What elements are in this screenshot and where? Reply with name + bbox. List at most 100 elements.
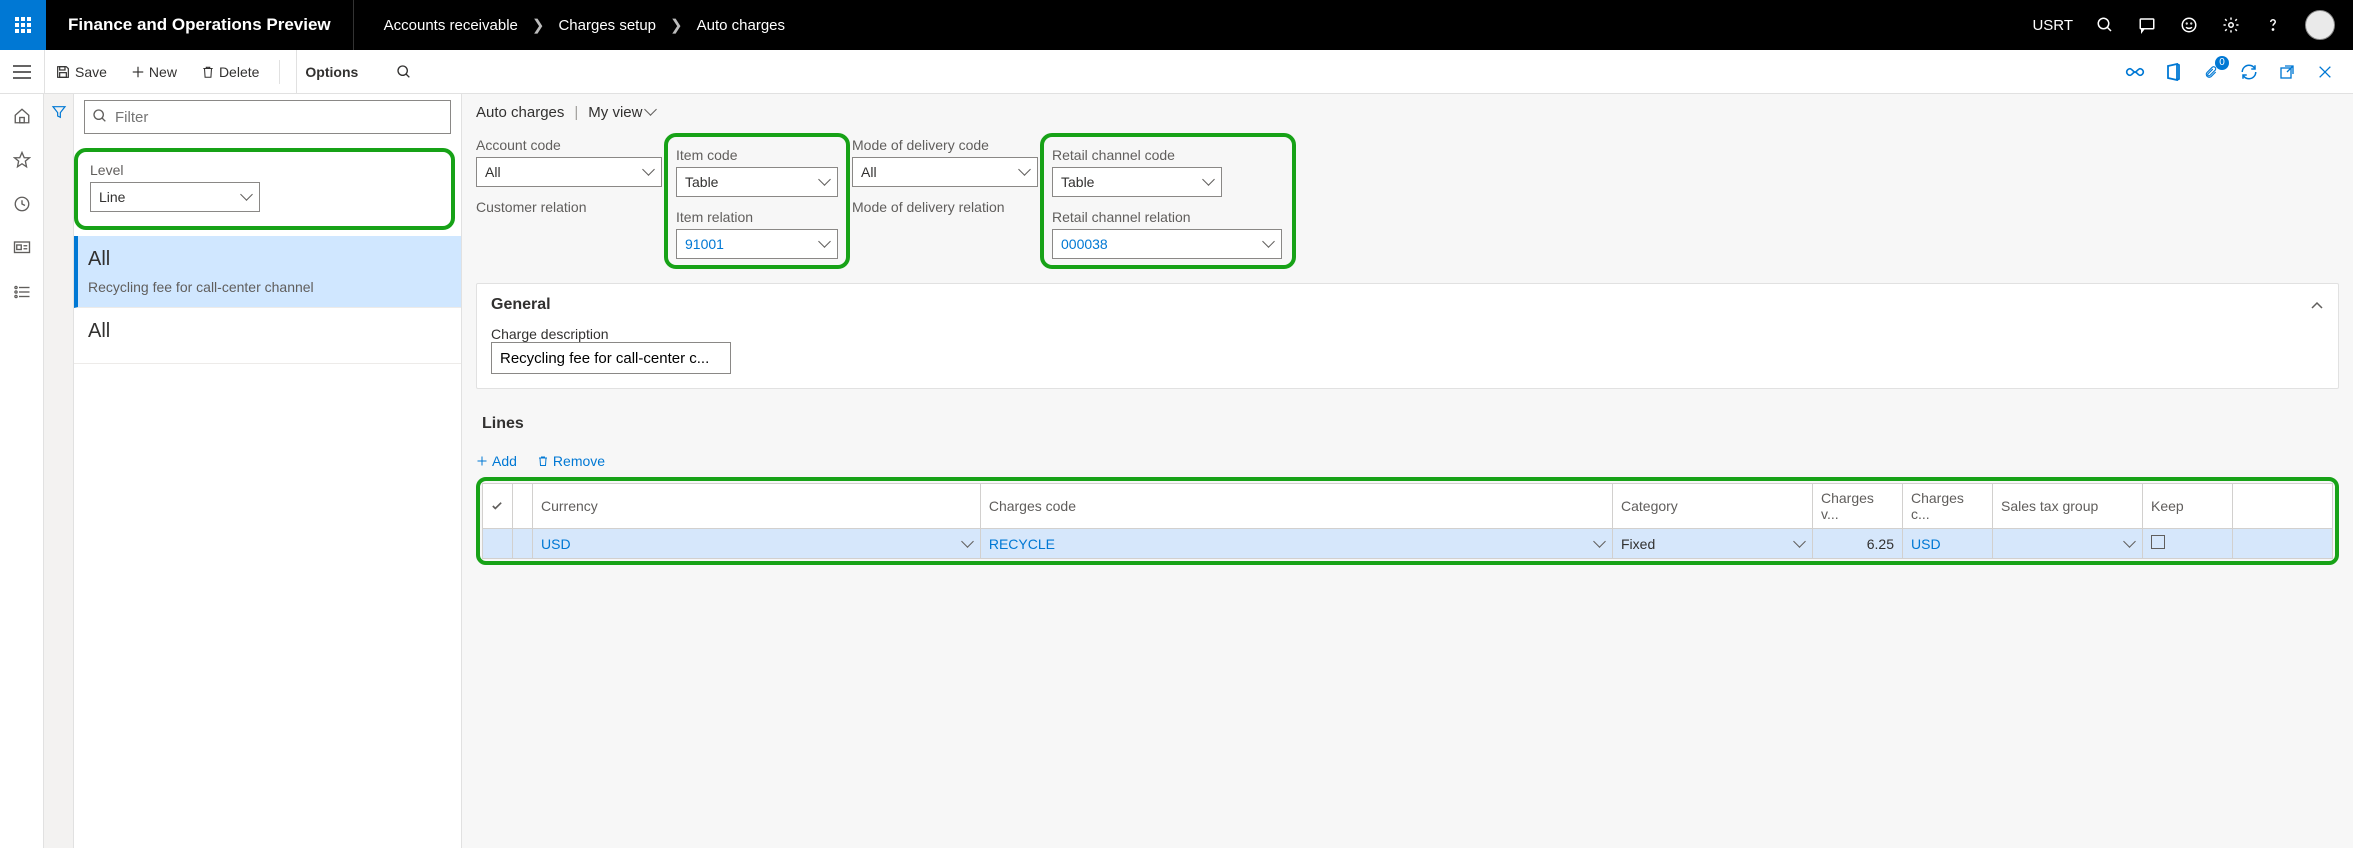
lines-grid: Currency Charges code Category Charges v…: [482, 483, 2333, 559]
popout-icon[interactable]: [2277, 62, 2297, 82]
app-launcher-button[interactable]: [0, 0, 46, 50]
select-all-header[interactable]: [483, 484, 513, 529]
general-header[interactable]: General: [477, 284, 2338, 326]
item-relation-label: Item relation: [676, 205, 838, 229]
item-relation-select[interactable]: 91001: [676, 229, 838, 259]
level-label: Level: [90, 162, 439, 178]
desc-input[interactable]: [491, 342, 731, 374]
charges-code-cell[interactable]: RECYCLE: [980, 529, 1612, 559]
charges-value-cell[interactable]: 6.25: [1813, 529, 1903, 559]
view-selector[interactable]: My view: [588, 104, 655, 121]
nav-toggle-button[interactable]: [0, 65, 44, 79]
office-icon[interactable]: [2163, 62, 2183, 82]
attachments-icon[interactable]: [2201, 62, 2221, 82]
account-code-select[interactable]: All: [476, 157, 662, 187]
delete-button[interactable]: Delete: [197, 64, 263, 80]
col-currency[interactable]: Currency: [533, 484, 981, 529]
lines-grid-highlight: Currency Charges code Category Charges v…: [476, 477, 2339, 565]
search-icon: [92, 108, 108, 124]
workspace-icon[interactable]: [12, 238, 32, 258]
chevron-down-icon: [644, 164, 653, 180]
chevron-down-icon: [963, 536, 972, 552]
chevron-down-icon: [242, 189, 251, 205]
level-value: Line: [99, 189, 125, 205]
filter-icon[interactable]: [51, 104, 67, 848]
lines-header: Lines: [476, 403, 2339, 445]
col-charges-value[interactable]: Charges v...: [1813, 484, 1903, 529]
header-fields: Account code All Customer relation Item …: [476, 133, 2339, 269]
lines-title: Lines: [482, 415, 524, 433]
lines-section: Lines Add Remove Currency Charges co: [476, 403, 2339, 565]
infinity-icon[interactable]: [2125, 62, 2145, 82]
channel-code-label: Retail channel code: [1052, 143, 1284, 167]
list-item[interactable]: All: [74, 308, 461, 364]
col-keep[interactable]: Keep: [2143, 484, 2233, 529]
star-icon[interactable]: [12, 150, 32, 170]
company-code[interactable]: USRT: [2032, 17, 2073, 34]
separator: [279, 60, 280, 84]
list-pane: Level Line All Recycling fee for call-ce…: [74, 94, 462, 848]
col-tax[interactable]: Sales tax group: [1993, 484, 2143, 529]
chevron-down-icon: [1020, 164, 1029, 180]
remove-line-button[interactable]: Remove: [537, 453, 605, 469]
top-bar: Finance and Operations Preview Accounts …: [0, 0, 2353, 50]
recent-icon[interactable]: [12, 194, 32, 214]
account-code-label: Account code: [476, 133, 662, 157]
filter-rail: [44, 94, 74, 848]
refresh-icon[interactable]: [2239, 62, 2259, 82]
action-bar: Save New Delete Options: [0, 50, 2353, 94]
category-cell[interactable]: Fixed: [1613, 529, 1813, 559]
home-icon[interactable]: [12, 106, 32, 126]
tax-cell[interactable]: [1993, 529, 2143, 559]
new-label: New: [149, 64, 177, 80]
col-category[interactable]: Category: [1613, 484, 1813, 529]
chevron-down-icon: [820, 174, 829, 190]
extra-cell: [2233, 529, 2333, 559]
col-charges-code[interactable]: Charges code: [980, 484, 1612, 529]
chevron-right-icon: ❯: [532, 16, 545, 34]
level-select[interactable]: Line: [90, 182, 260, 212]
breadcrumb-item[interactable]: Accounts receivable: [384, 17, 518, 34]
left-nav-rail: [0, 94, 44, 848]
search-action-button[interactable]: [392, 64, 416, 80]
gear-icon[interactable]: [2221, 15, 2241, 35]
col-charges-cur[interactable]: Charges c...: [1903, 484, 1993, 529]
row-marker-header: [513, 484, 533, 529]
options-button[interactable]: Options: [296, 50, 366, 93]
close-icon[interactable]: [2315, 62, 2335, 82]
row-marker-cell: [513, 529, 533, 559]
chat-icon[interactable]: [2137, 15, 2157, 35]
keep-cell[interactable]: [2143, 529, 2233, 559]
save-button[interactable]: Save: [51, 64, 111, 80]
row-select-cell[interactable]: [483, 529, 513, 559]
search-icon[interactable]: [2095, 15, 2115, 35]
new-button[interactable]: New: [127, 64, 181, 80]
item-code-select[interactable]: Table: [676, 167, 838, 197]
topbar-right: USRT: [2032, 10, 2353, 40]
waffle-icon: [15, 17, 31, 33]
filter-input[interactable]: [84, 100, 451, 134]
item-highlight: Item code Table Item relation 91001: [664, 133, 850, 269]
channel-relation-select[interactable]: 000038: [1052, 229, 1282, 259]
charges-cur-cell[interactable]: USD: [1903, 529, 1993, 559]
channel-code-select[interactable]: Table: [1052, 167, 1222, 197]
breadcrumb-item[interactable]: Charges setup: [558, 17, 656, 34]
actionbar-right: [2125, 62, 2353, 82]
delivery-code-select[interactable]: All: [852, 157, 1038, 187]
breadcrumb: Accounts receivable ❯ Charges setup ❯ Au…: [354, 16, 2033, 34]
main-header: Auto charges | My view: [476, 104, 2339, 121]
list-item[interactable]: All Recycling fee for call-center channe…: [74, 236, 461, 308]
table-row[interactable]: USD RECYCLE Fixed 6.25 USD: [483, 529, 2333, 559]
breadcrumb-item[interactable]: Auto charges: [697, 17, 785, 34]
modules-icon[interactable]: [12, 282, 32, 302]
chevron-down-icon: [1264, 236, 1273, 252]
save-label: Save: [75, 64, 107, 80]
checkbox-icon[interactable]: [2151, 535, 2165, 549]
smiley-icon[interactable]: [2179, 15, 2199, 35]
general-title: General: [491, 296, 551, 314]
currency-cell[interactable]: USD: [533, 529, 981, 559]
help-icon[interactable]: [2263, 15, 2283, 35]
add-line-button[interactable]: Add: [476, 453, 517, 469]
avatar[interactable]: [2305, 10, 2335, 40]
chevron-down-icon: [2125, 536, 2134, 552]
